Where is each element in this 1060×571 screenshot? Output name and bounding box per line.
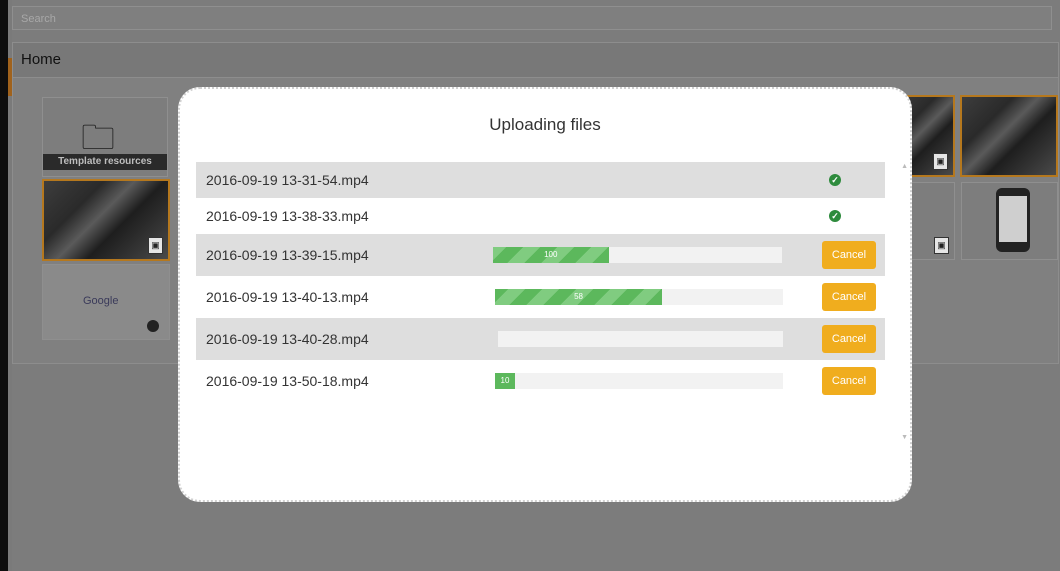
upload-row: 2016-09-19 13-31-54.mp4 ✓: [196, 162, 885, 198]
file-name: 2016-09-19 13-39-15.mp4: [206, 247, 369, 263]
cancel-button[interactable]: Cancel: [822, 367, 876, 395]
google-logo: Google: [83, 295, 119, 307]
globe-icon: [147, 320, 159, 332]
cancel-button[interactable]: Cancel: [822, 241, 876, 269]
page-title: Home: [13, 43, 1058, 78]
cancel-button[interactable]: Cancel: [822, 283, 876, 311]
upload-row: 2016-09-19 13-39-15.mp4 100 Cancel: [196, 234, 885, 276]
media-tile[interactable]: [960, 95, 1058, 177]
folder-label: Template resources: [43, 154, 167, 170]
progress-bar: 10: [495, 373, 515, 389]
file-name: 2016-09-19 13-50-18.mp4: [206, 373, 369, 389]
image-icon: ▣: [933, 153, 948, 170]
scroll-up-arrow[interactable]: ▲: [901, 163, 908, 170]
thumbnail-image: [962, 97, 1056, 175]
progress-track: 100: [493, 247, 782, 263]
web-tile[interactable]: Google: [42, 264, 170, 340]
check-circle-icon: ✓: [829, 174, 841, 186]
progress-track: 58: [495, 289, 783, 305]
upload-row: 2016-09-19 13-38-33.mp4 ✓: [196, 198, 885, 234]
progress-track: [498, 331, 783, 347]
check-circle-icon: ✓: [829, 210, 841, 222]
image-icon: ▣: [934, 237, 949, 254]
upload-row: 2016-09-19 13-40-13.mp4 58 Cancel: [196, 276, 885, 318]
progress-bar: 58: [495, 289, 663, 305]
progress-track: 10: [495, 373, 783, 389]
progress-bar: 100: [493, 247, 609, 263]
left-sidebar: [0, 0, 8, 571]
cancel-button[interactable]: Cancel: [822, 325, 876, 353]
upload-dialog: Uploading files ▲ ▼ 2016-09-19 13-31-54.…: [178, 87, 912, 502]
dialog-title: Uploading files: [489, 115, 601, 134]
media-tile[interactable]: ▣: [42, 179, 170, 261]
upload-file-list: 2016-09-19 13-31-54.mp4 ✓ 2016-09-19 13-…: [196, 162, 885, 402]
scroll-down-arrow[interactable]: ▼: [901, 434, 908, 441]
file-name: 2016-09-19 13-40-28.mp4: [206, 331, 369, 347]
file-name: 2016-09-19 13-31-54.mp4: [206, 172, 369, 188]
upload-row: 2016-09-19 13-40-28.mp4 Cancel: [196, 318, 885, 360]
folder-tile-template-resources[interactable]: 🗀 Template resources: [42, 97, 168, 177]
file-name: 2016-09-19 13-38-33.mp4: [206, 208, 369, 224]
search-input[interactable]: Search: [12, 6, 1052, 30]
phone-thumbnail: [996, 188, 1030, 252]
image-icon: ▣: [148, 237, 163, 254]
upload-row: 2016-09-19 13-50-18.mp4 10 Cancel: [196, 360, 885, 402]
file-name: 2016-09-19 13-40-13.mp4: [206, 289, 369, 305]
media-tile[interactable]: [961, 182, 1058, 260]
